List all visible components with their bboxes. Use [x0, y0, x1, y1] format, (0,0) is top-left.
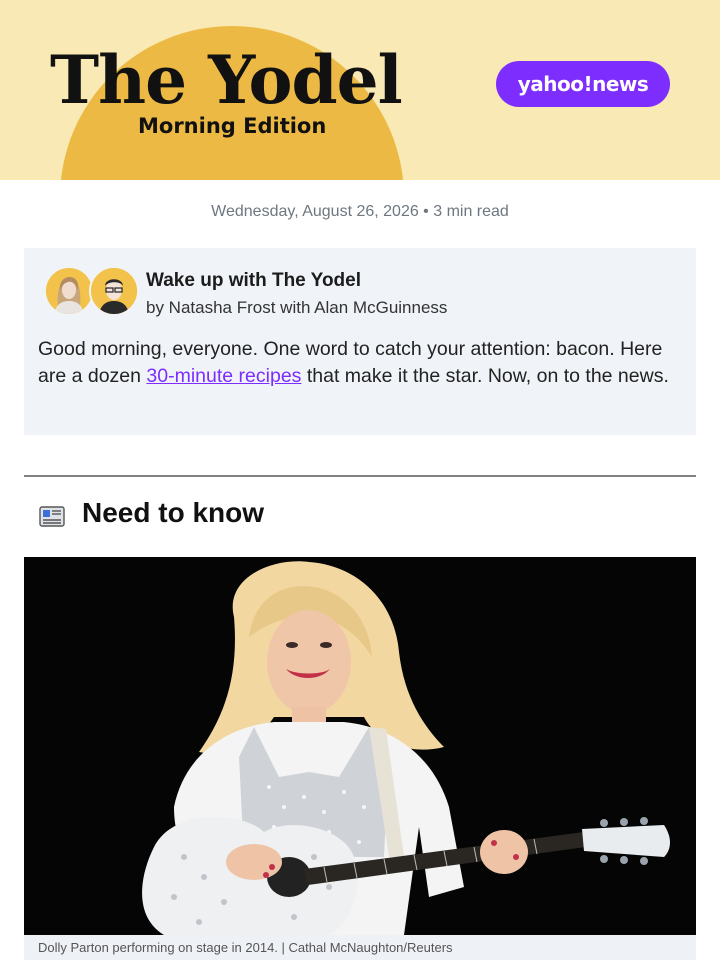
newspaper-icon	[38, 502, 66, 530]
edition-label: Morning Edition	[138, 114, 327, 138]
dateline: Wednesday, August 26, 2026 • 3 min read	[211, 203, 509, 220]
intro-title: Wake up with The Yodel	[146, 270, 362, 291]
intro-card: Wake up with The Yodel by Natasha Frost …	[24, 248, 696, 435]
author-natasha-avatar	[46, 268, 92, 314]
news-photo[interactable]	[24, 557, 696, 935]
masthead-title: The Yodel	[50, 41, 403, 119]
section-divider	[24, 475, 696, 477]
intro-body: Good morning, everyone. One word to catc…	[38, 336, 688, 390]
intro-byline: by Natasha Frost with Alan McGuinness	[146, 298, 448, 317]
intro-body-text-end: that make it the star. Now, on to the ne…	[301, 365, 669, 387]
recipes-link[interactable]: 30-minute recipes	[146, 365, 301, 387]
photo-caption: Dolly Parton performing on stage in 2014…	[24, 935, 696, 960]
newsletter-header: The Yodel Morning Edition yahoo!news	[0, 0, 720, 180]
author-alan-avatar	[89, 266, 139, 316]
yahoo-news-logo[interactable]: yahoo!news	[496, 61, 670, 107]
section-title: Need to know	[82, 497, 265, 528]
